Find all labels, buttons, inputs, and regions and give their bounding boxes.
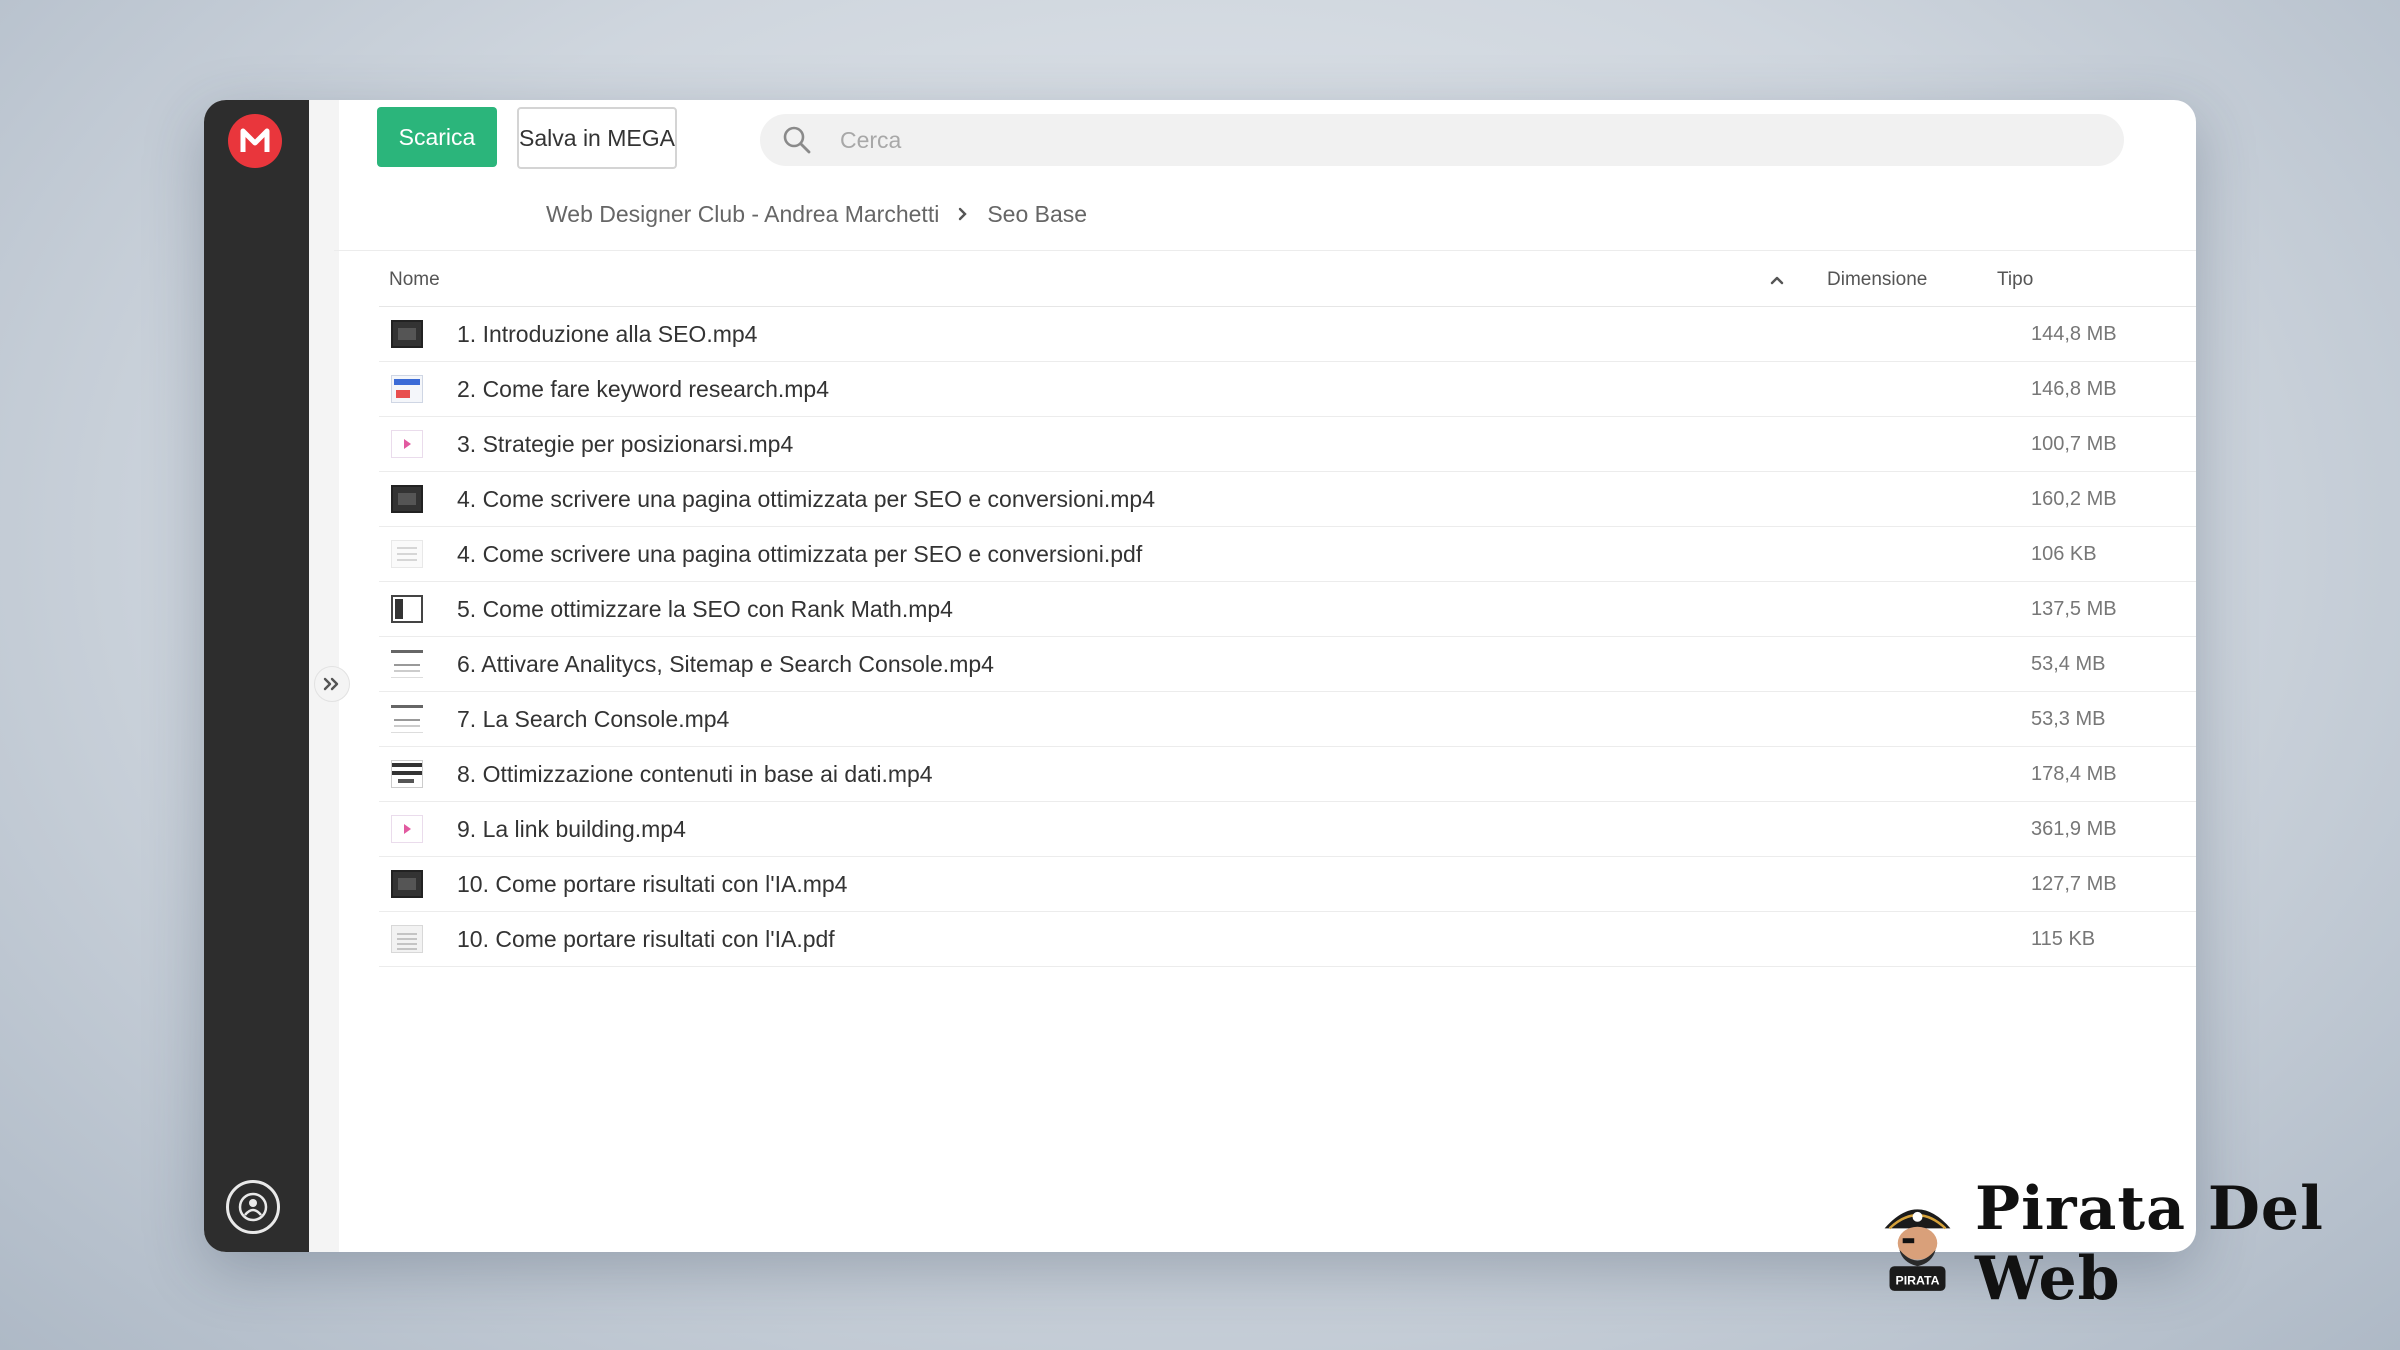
video-file-icon [391,815,423,843]
header-divider [334,250,2196,251]
video-thumbnail-icon [391,650,423,678]
table-row[interactable]: 8. Ottimizzazione contenuti in base ai d… [379,747,2196,802]
file-size: 53,3 MB [2031,707,2106,730]
table-row[interactable]: 7. La Search Console.mp4 53,3 MB Video M… [379,692,2196,747]
file-name: 6. Attivare Analitycs, Sitemap e Search … [457,650,994,677]
video-thumbnail-icon [391,485,423,513]
watermark-text: Pirata Del Web [1975,1174,2324,1314]
file-name: 1. Introduzione alla SEO.mp4 [457,320,758,347]
account-icon [238,1192,268,1222]
save-to-mega-button[interactable]: Salva in MEGA [517,107,677,169]
file-name: 8. Ottimizzazione contenuti in base ai d… [457,760,933,787]
file-size: 127,7 MB [2031,872,2117,895]
pdf-thumbnail-icon [391,540,423,568]
mega-window: Scarica Salva in MEGA Web Designer Club … [204,100,2196,1252]
file-size: 137,5 MB [2031,597,2117,620]
file-size: 53,4 MB [2031,652,2106,675]
table-row[interactable]: 2. Come fare keyword research.mp4 146,8 … [379,362,2196,417]
breadcrumb-item-current[interactable]: Seo Base [987,201,1087,228]
table-row[interactable]: 10. Come portare risultati con l'IA.pdf … [379,912,2196,967]
breadcrumb-item-root[interactable]: Web Designer Club - Andrea Marchetti [546,201,939,228]
table-row[interactable]: 4. Come scrivere una pagina ottimizzata … [379,472,2196,527]
table-row[interactable]: 6. Attivare Analitycs, Sitemap e Search … [379,637,2196,692]
mega-logo-icon [240,128,270,152]
file-name: 5. Come ottimizzare la SEO con Rank Math… [457,595,953,622]
video-thumbnail-icon [391,760,423,788]
watermark-badge-label: PIRATA [1895,1273,1939,1287]
pdf-thumbnail-icon [391,925,423,953]
mega-logo[interactable] [228,114,282,168]
video-thumbnail-icon [391,705,423,733]
video-thumbnail-icon [391,320,423,348]
file-name: 2. Come fare keyword research.mp4 [457,375,829,402]
file-name: 10. Come portare risultati con l'IA.pdf [457,925,835,952]
video-thumbnail-icon [391,870,423,898]
search-input[interactable] [838,125,2042,155]
table-row[interactable]: 10. Come portare risultati con l'IA.mp4 … [379,857,2196,912]
file-size: 144,8 MB [2031,322,2117,345]
table-row[interactable]: 5. Come ottimizzare la SEO con Rank Math… [379,582,2196,637]
file-name: 4. Come scrivere una pagina ottimizzata … [457,540,1143,567]
file-name: 3. Strategie per posizionarsi.mp4 [457,430,794,457]
file-size: 160,2 MB [2031,487,2117,510]
file-size: 178,4 MB [2031,762,2117,785]
breadcrumb: Web Designer Club - Andrea Marchetti Seo… [546,194,1087,234]
file-size: 146,8 MB [2031,377,2117,400]
search-bar [760,114,2124,166]
file-size: 361,9 MB [2031,817,2117,840]
column-header-type[interactable]: Tipo [1997,262,2033,298]
file-name: 7. La Search Console.mp4 [457,705,730,732]
double-chevron-right-icon [323,677,339,691]
video-file-icon [391,430,423,458]
table-row[interactable]: 1. Introduzione alla SEO.mp4 144,8 MB Vi… [379,307,2196,362]
video-thumbnail-icon [391,375,423,403]
sidebar [204,100,309,1252]
table-row[interactable]: 3. Strategie per posizionarsi.mp4 100,7 … [379,417,2196,472]
watermark-logo: PIRATA Pirata Del Web [1878,1174,2400,1314]
download-button[interactable]: Scarica [377,107,497,167]
pirate-mascot-icon: PIRATA [1884,1209,1951,1291]
file-size: 106 KB [2031,542,2097,565]
search-icon [780,123,814,157]
file-name: 4. Come scrivere una pagina ottimizzata … [457,485,1155,512]
file-list: 1. Introduzione alla SEO.mp4 144,8 MB Vi… [379,307,2196,967]
file-name: 10. Come portare risultati con l'IA.mp4 [457,870,848,897]
chevron-right-icon [957,206,969,222]
video-thumbnail-icon [391,595,423,623]
column-header-size[interactable]: Dimensione [1827,262,1927,298]
file-size: 100,7 MB [2031,432,2117,455]
table-row[interactable]: 4. Come scrivere una pagina ottimizzata … [379,527,2196,582]
column-header-name[interactable]: Nome [389,262,440,298]
file-size: 115 KB [2031,927,2096,950]
account-button[interactable] [226,1180,280,1234]
expand-sidebar-button[interactable] [314,666,350,702]
table-row[interactable]: 9. La link building.mp4 361,9 MB Video M… [379,802,2196,857]
sort-ascending-icon[interactable] [1767,270,1787,290]
file-name: 9. La link building.mp4 [457,815,686,842]
